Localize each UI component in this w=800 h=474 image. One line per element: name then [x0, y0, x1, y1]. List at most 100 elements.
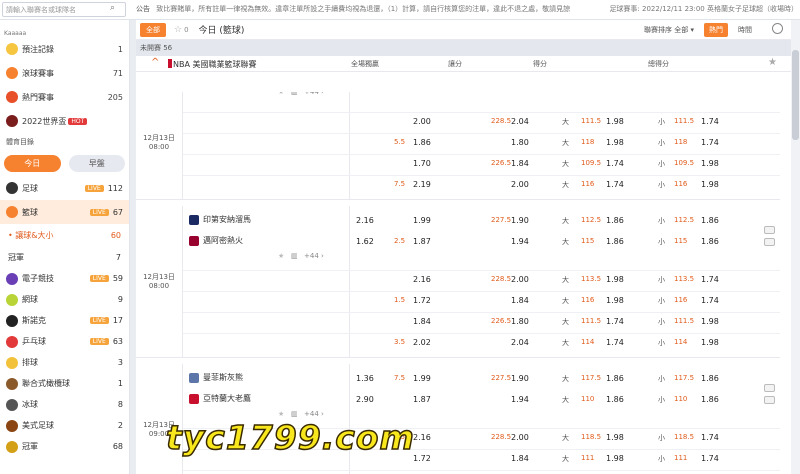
odds-h1[interactable]: 1.72: [413, 296, 431, 305]
odds-t1[interactable]: 2.00: [511, 275, 529, 284]
sidebar-item[interactable]: 2022世界盃 HOT: [0, 109, 129, 133]
odds-h1[interactable]: 2.00: [413, 117, 431, 126]
odds-h1[interactable]: 1.86: [413, 138, 431, 147]
sport-item[interactable]: 乒乓球 LIVE 63: [0, 331, 129, 352]
sport-item[interactable]: 網球 9: [0, 289, 129, 310]
sidebar-item[interactable]: 滾球賽事 71: [0, 61, 129, 85]
odds-h1[interactable]: 2.02: [413, 338, 431, 347]
odds-u1[interactable]: 1.74: [701, 275, 719, 284]
odds-t1[interactable]: 1.90: [511, 216, 529, 225]
odds-o1[interactable]: 1.74: [606, 317, 624, 326]
sub-item[interactable]: • 讓球&大小 60: [0, 224, 129, 246]
odds-u1[interactable]: 1.74: [701, 454, 719, 463]
team-name[interactable]: 亞特蘭大老鷹: [189, 393, 251, 404]
odds-ml[interactable]: 2.16: [356, 216, 374, 225]
odds-t1[interactable]: 1.94: [511, 395, 529, 404]
sport-item[interactable]: 冰球 8: [0, 394, 129, 415]
odds-u1[interactable]: 1.86: [701, 395, 719, 404]
more-markets-link[interactable]: +44 ›: [304, 252, 324, 260]
odds-u1[interactable]: 1.74: [701, 296, 719, 305]
odds-u1[interactable]: 1.98: [701, 317, 719, 326]
side-icons[interactable]: [764, 226, 776, 250]
odds-u1[interactable]: 1.98: [701, 180, 719, 189]
tab-today[interactable]: 今日: [4, 155, 61, 172]
sport-item[interactable]: 美式足球 2: [0, 415, 129, 436]
odds-o1[interactable]: 1.74: [606, 180, 624, 189]
odds-t1[interactable]: 2.00: [511, 433, 529, 442]
more-markets-link[interactable]: +44 ›: [304, 92, 324, 96]
odds-o1[interactable]: 1.74: [606, 338, 624, 347]
odds-u1[interactable]: 1.98: [701, 338, 719, 347]
odds-o1[interactable]: 1.98: [606, 138, 624, 147]
sub-item[interactable]: 冠軍 7: [0, 246, 129, 268]
odds-o1[interactable]: 1.74: [606, 159, 624, 168]
odds-h1[interactable]: 1.87: [413, 395, 431, 404]
odds-t1[interactable]: 1.80: [511, 138, 529, 147]
odds-o1[interactable]: 1.98: [606, 296, 624, 305]
sport-item[interactable]: 冠軍 68: [0, 436, 129, 457]
sport-item[interactable]: 足球 LIVE 112: [0, 176, 129, 200]
scrollbar[interactable]: [791, 20, 800, 474]
time-button[interactable]: 時間: [738, 25, 752, 35]
team-name[interactable]: 印第安納溜馬: [189, 214, 251, 225]
odds-t1[interactable]: 1.84: [511, 454, 529, 463]
odds-u1[interactable]: 1.74: [701, 138, 719, 147]
odds-h1[interactable]: 1.70: [413, 159, 431, 168]
league-header[interactable]: ^ NBA 美國職業籃球聯賽 全場獨贏 讓分 得分 總得分 ★: [136, 56, 791, 72]
odds-u1[interactable]: 1.86: [701, 216, 719, 225]
sport-item[interactable]: 斯諾克 LIVE 17: [0, 310, 129, 331]
odds-t1[interactable]: 2.04: [511, 117, 529, 126]
scrollbar-thumb[interactable]: [792, 50, 799, 140]
refresh-icon[interactable]: [772, 23, 783, 34]
sort-select[interactable]: 聯賽排序 全部 ▾: [644, 25, 694, 35]
odds-u1[interactable]: 1.86: [701, 374, 719, 383]
odds-o1[interactable]: 1.98: [606, 275, 624, 284]
odds-h1[interactable]: 2.16: [413, 433, 431, 442]
live-icon[interactable]: [764, 396, 775, 404]
odds-h1[interactable]: 1.87: [413, 237, 431, 246]
odds-t1[interactable]: 1.84: [511, 159, 529, 168]
star-icon[interactable]: ☆: [174, 25, 182, 35]
chart-icon[interactable]: ▥: [291, 92, 298, 96]
odds-ml[interactable]: 1.62: [356, 237, 374, 246]
tab-early[interactable]: 早盤: [68, 155, 125, 172]
hot-button[interactable]: 熱門: [704, 23, 728, 37]
all-button[interactable]: 全部: [140, 22, 166, 37]
sport-item[interactable]: 籃球 LIVE 67: [0, 200, 129, 224]
odds-t1[interactable]: 1.80: [511, 317, 529, 326]
star-icon[interactable]: ★: [278, 252, 284, 260]
odds-u1[interactable]: 1.74: [701, 117, 719, 126]
odds-ml[interactable]: 1.36: [356, 374, 374, 383]
sport-item[interactable]: 聯合式橄欖球 1: [0, 373, 129, 394]
sidebar-item[interactable]: 預注記錄 1: [0, 37, 129, 61]
column-star-icon[interactable]: ★: [768, 57, 777, 68]
stats-icon[interactable]: [764, 226, 775, 234]
sport-item[interactable]: 排球 3: [0, 352, 129, 373]
stats-icon[interactable]: [764, 384, 775, 392]
team-name[interactable]: 曼菲斯灰熊: [189, 372, 243, 383]
odds-o1[interactable]: 1.98: [606, 433, 624, 442]
odds-h1[interactable]: 1.99: [413, 216, 431, 225]
odds-o1[interactable]: 1.98: [606, 454, 624, 463]
search-icon[interactable]: ⌕: [110, 3, 115, 13]
side-icons[interactable]: [764, 384, 776, 408]
star-icon[interactable]: ★: [278, 410, 284, 418]
odds-u1[interactable]: 1.74: [701, 433, 719, 442]
more-markets-link[interactable]: +44 ›: [304, 410, 324, 418]
odds-t1[interactable]: 1.94: [511, 237, 529, 246]
odds-t1[interactable]: 2.04: [511, 338, 529, 347]
odds-h1[interactable]: 1.99: [413, 374, 431, 383]
chart-icon[interactable]: ▥: [291, 252, 298, 260]
odds-t1[interactable]: 1.90: [511, 374, 529, 383]
sidebar-item[interactable]: 熱門賽事 205: [0, 85, 129, 109]
odds-t1[interactable]: 1.84: [511, 296, 529, 305]
odds-o1[interactable]: 1.98: [606, 117, 624, 126]
chart-icon[interactable]: ▥: [291, 410, 298, 418]
odds-o1[interactable]: 1.86: [606, 237, 624, 246]
odds-u1[interactable]: 1.98: [701, 159, 719, 168]
odds-h1[interactable]: 2.16: [413, 275, 431, 284]
odds-o1[interactable]: 1.86: [606, 216, 624, 225]
odds-h1[interactable]: 1.84: [413, 317, 431, 326]
odds-h1[interactable]: 2.19: [413, 180, 431, 189]
odds-t1[interactable]: 2.00: [511, 180, 529, 189]
